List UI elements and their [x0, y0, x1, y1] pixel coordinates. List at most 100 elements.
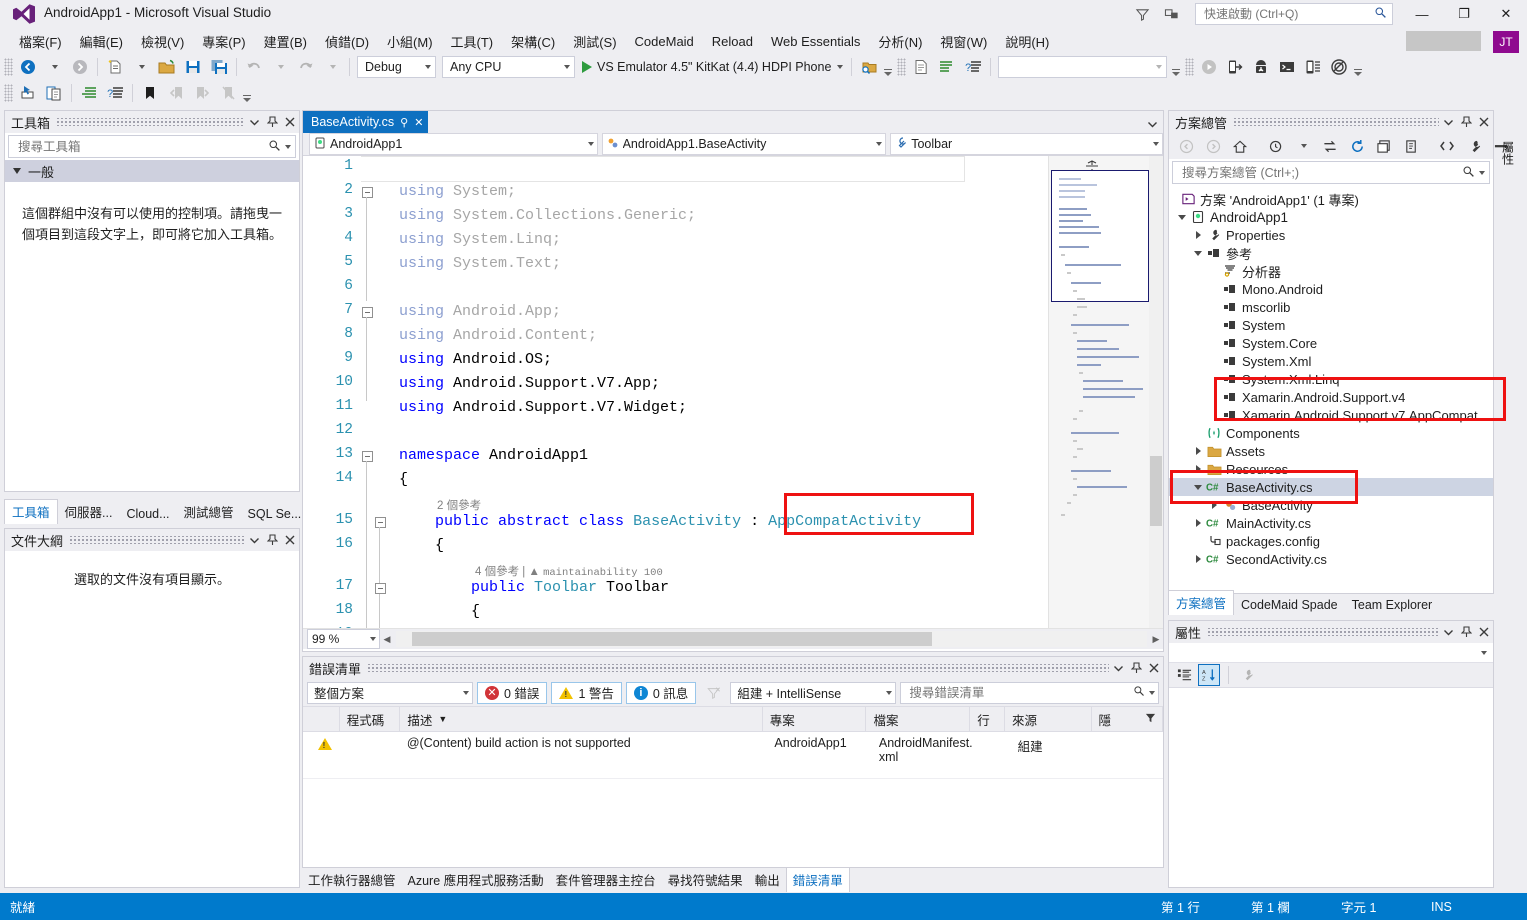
menu-item-edit[interactable]: 編輯(E)	[71, 30, 132, 53]
chevron-down-icon[interactable]	[1109, 659, 1127, 677]
col-code[interactable]: 程式碼	[340, 707, 401, 731]
error-scope-combo[interactable]: 整個方案	[307, 681, 473, 704]
tree-node-secondactivity-cs[interactable]: C# SecondActivity.cs	[1169, 550, 1493, 568]
col-source[interactable]: 來源	[1005, 707, 1092, 731]
search-icon[interactable]	[268, 139, 281, 155]
horizontal-scroll-thumb[interactable]	[412, 632, 932, 646]
next-bookmark-icon[interactable]	[189, 82, 215, 104]
collapse-usings2-toggle[interactable]	[362, 307, 373, 318]
pending-changes-icon[interactable]	[1263, 135, 1289, 157]
open-file-icon[interactable]	[154, 56, 180, 78]
find-in-files-icon[interactable]	[856, 56, 882, 78]
android-sdk-manager-icon[interactable]	[1248, 56, 1274, 78]
clear-filter-icon[interactable]	[700, 682, 726, 704]
close-icon[interactable]	[281, 531, 299, 549]
build-filter-combo[interactable]: 組建 + IntelliSense	[730, 681, 897, 704]
toolbar-grip[interactable]	[4, 84, 13, 102]
tree-node-reference-mono-android[interactable]: Mono.Android	[1169, 280, 1493, 298]
navigate-back-dropdown[interactable]	[41, 56, 67, 78]
menu-item-team[interactable]: 小組(M)	[378, 30, 442, 53]
back-icon[interactable]	[1173, 135, 1199, 157]
toolbar-overflow-button[interactable]	[1170, 58, 1181, 77]
navbar-member-combo[interactable]: Toolbar	[890, 133, 1163, 155]
menu-item-view[interactable]: 檢視(V)	[132, 30, 193, 53]
properties-wrench-icon[interactable]	[1237, 665, 1257, 685]
menu-item-build[interactable]: 建置(B)	[255, 30, 316, 53]
device-monitor-icon[interactable]	[1300, 56, 1326, 78]
collapse-usings-toggle[interactable]	[362, 187, 373, 198]
toolbox-search-input[interactable]	[16, 138, 268, 155]
menu-item-help[interactable]: 說明(H)	[996, 30, 1058, 53]
chevron-down-icon[interactable]	[245, 113, 263, 131]
clear-bookmarks-icon[interactable]	[215, 82, 241, 104]
search-icon[interactable]	[1462, 165, 1475, 181]
scroll-right-arrow[interactable]: ▶	[1149, 631, 1163, 647]
properties-icon[interactable]	[1461, 135, 1487, 157]
close-icon[interactable]	[281, 113, 299, 131]
horizontal-scrollbar[interactable]	[396, 631, 1147, 647]
errors-toggle[interactable]: ✕ 0 錯誤	[477, 681, 548, 704]
col-suppress[interactable]: 隱	[1092, 707, 1163, 731]
bottom-tab-find-symbol-results[interactable]: 尋找符號結果	[662, 868, 749, 892]
menu-item-analyze[interactable]: 分析(N)	[869, 30, 931, 53]
vertical-scroll-thumb[interactable]	[1150, 456, 1162, 526]
menu-item-architecture[interactable]: 架構(C)	[502, 30, 564, 53]
new-project-dropdown[interactable]	[128, 56, 154, 78]
chevron-down-icon[interactable]	[245, 531, 263, 549]
tree-node-references[interactable]: 參考	[1169, 244, 1493, 262]
collapse-all-icon[interactable]	[1371, 135, 1397, 157]
dock-tab-toolbox[interactable]: 工具箱	[4, 499, 58, 524]
tree-node-reference-mscorlib[interactable]: mscorlib	[1169, 298, 1493, 316]
menu-item-project[interactable]: 專案(P)	[193, 30, 254, 53]
platform-combo[interactable]: Any CPU	[442, 56, 575, 78]
chevron-down-icon[interactable]	[285, 144, 291, 149]
refresh-icon[interactable]	[1344, 135, 1370, 157]
tree-node-mainactivity-cs[interactable]: C# MainActivity.cs	[1169, 514, 1493, 532]
increase-indent-icon[interactable]	[76, 82, 102, 104]
previous-bookmark-icon[interactable]	[163, 82, 189, 104]
navigate-forward-icon[interactable]	[67, 56, 93, 78]
col-line[interactable]: 行	[970, 707, 1006, 731]
drag-dots[interactable]	[1233, 118, 1439, 126]
side-tab-properties[interactable]: 屬性	[1498, 122, 1518, 184]
forward-icon[interactable]	[1200, 135, 1226, 157]
filter-icon[interactable]	[1145, 712, 1156, 726]
uncomment-selection-icon[interactable]: ?	[960, 56, 986, 78]
bottom-tab-error-list[interactable]: 錯誤清單	[785, 867, 850, 892]
close-icon[interactable]	[1145, 659, 1163, 677]
tree-node-reference-system-xml[interactable]: System.Xml	[1169, 352, 1493, 370]
menu-item-window[interactable]: 視窗(W)	[931, 30, 996, 53]
menu-item-test[interactable]: 測試(S)	[564, 30, 625, 53]
toolbox-search[interactable]	[8, 135, 296, 158]
expand-toggle[interactable]	[1191, 555, 1205, 563]
toolbar-overflow-button[interactable]	[1352, 58, 1363, 77]
toolbox-group-general[interactable]: 一般	[5, 160, 299, 182]
deploy-device-icon[interactable]	[1222, 56, 1248, 78]
redo-icon[interactable]	[293, 56, 319, 78]
collapse-property-toggle[interactable]	[375, 583, 386, 594]
tree-node-baseactivity-class[interactable]: BaseActivity	[1169, 496, 1493, 514]
menu-item-debug[interactable]: 偵錯(D)	[316, 30, 378, 53]
se-tab-team-explorer[interactable]: Team Explorer	[1345, 596, 1440, 615]
tree-node-components[interactable]: Components	[1169, 424, 1493, 442]
pin-icon[interactable]	[1457, 113, 1475, 131]
alphabetical-sort-icon[interactable]: AZ	[1198, 664, 1220, 686]
bottom-tab-task-runner[interactable]: 工作執行器總管	[302, 868, 402, 892]
view-code-icon[interactable]	[1434, 135, 1460, 157]
solution-explorer-search[interactable]	[1172, 161, 1490, 184]
expand-toggle[interactable]	[1191, 250, 1205, 256]
table-row[interactable]: @(Content) build action is not supported…	[303, 732, 1163, 779]
solution-search-input[interactable]	[1180, 164, 1462, 181]
error-search-input[interactable]	[907, 684, 1133, 701]
document-icon[interactable]	[908, 56, 934, 78]
col-icon[interactable]	[303, 707, 340, 731]
collapse-class-toggle[interactable]	[375, 517, 386, 528]
menu-item-tools[interactable]: 工具(T)	[442, 30, 503, 53]
adb-console-icon[interactable]	[1274, 56, 1300, 78]
tree-node-reference-system[interactable]: System	[1169, 316, 1493, 334]
comment-selection-icon[interactable]	[934, 56, 960, 78]
close-icon[interactable]	[1475, 623, 1493, 641]
categorized-icon[interactable]	[1174, 665, 1194, 685]
redo-dropdown[interactable]	[319, 56, 345, 78]
device-combo[interactable]	[998, 56, 1168, 78]
